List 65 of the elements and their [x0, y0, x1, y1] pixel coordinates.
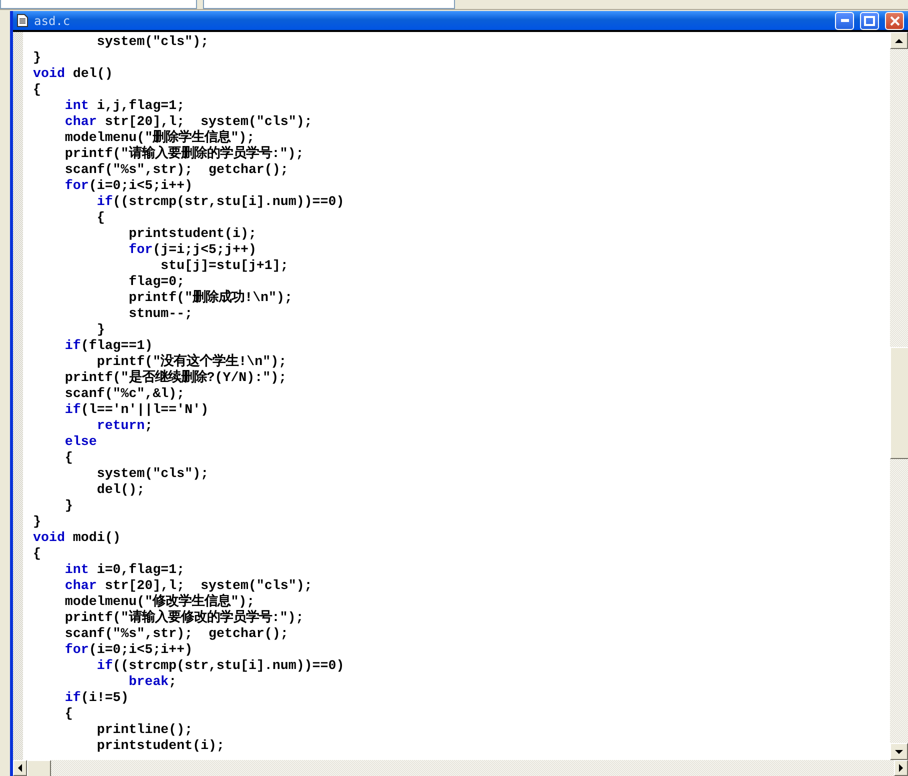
- code-line: {: [96, 210, 105, 226]
- scroll-left-button[interactable]: [13, 760, 27, 776]
- close-button[interactable]: [885, 12, 904, 30]
- code-line: break;: [128, 674, 177, 690]
- code-line: if(i!=5): [64, 690, 129, 706]
- code-line: system("cls");: [96, 34, 209, 50]
- code-line: printf("是否继续删除?(Y/N):");: [64, 370, 287, 386]
- code-line: if(flag==1): [64, 338, 153, 354]
- code-line: for(i=0;i<5;i++): [64, 178, 193, 194]
- scroll-thumb[interactable]: [890, 347, 908, 460]
- code-line: for(j=i;j<5;j++): [128, 242, 256, 258]
- maximize-icon: [864, 16, 875, 26]
- code-line: stu[j]=stu[j+1];: [160, 258, 288, 274]
- code-line: {: [33, 546, 41, 562]
- code-line: modelmenu("删除学生信息");: [64, 130, 255, 146]
- vertical-scrollbar[interactable]: [890, 32, 908, 760]
- code-line: printf("没有这个学生!\n");: [96, 354, 287, 370]
- code-line: stnum--;: [128, 306, 193, 322]
- code-line: printstudent(i);: [128, 226, 256, 242]
- scroll-thumb[interactable]: [27, 760, 51, 776]
- code-line: printf("删除成功!\n");: [128, 290, 292, 306]
- minimize-icon: [840, 19, 848, 22]
- code-line: printline();: [96, 722, 193, 738]
- code-line: printf("请输入要修改的学员学号:");: [64, 610, 304, 626]
- code-line: modelmenu("修改学生信息");: [64, 594, 255, 610]
- code-line: {: [64, 450, 73, 466]
- code-line: else: [64, 434, 97, 450]
- scroll-right-button[interactable]: [894, 760, 908, 776]
- code-line: printstudent(i);: [96, 738, 225, 754]
- down-arrow-icon: [895, 748, 903, 754]
- code-line: if((strcmp(str,stu[i].num))==0): [96, 194, 344, 210]
- document-icon: [17, 14, 28, 27]
- code-line: char str[20],l; system("cls");: [64, 578, 312, 594]
- code-line: scanf("%c",&l);: [64, 386, 185, 402]
- maximize-button[interactable]: [860, 12, 879, 30]
- code-line: }: [33, 514, 41, 530]
- code-line: printf("请输入要删除的学员学号:");: [64, 146, 304, 162]
- code-line: system("cls");: [96, 466, 209, 482]
- code-line: del();: [96, 482, 145, 498]
- minimize-button[interactable]: [835, 12, 854, 30]
- code-line: }: [64, 498, 73, 514]
- code-line: if((strcmp(str,stu[i].num))==0): [96, 658, 344, 674]
- code-line: int i,j,flag=1;: [64, 98, 185, 114]
- horizontal-scrollbar[interactable]: [13, 760, 908, 776]
- code-line: scanf("%s",str); getchar();: [64, 162, 288, 178]
- code-line: return;: [96, 418, 153, 434]
- code-line: }: [33, 50, 41, 66]
- left-arrow-icon: [17, 764, 23, 772]
- code-line: char str[20],l; system("cls");: [64, 114, 312, 130]
- code-line: {: [33, 82, 41, 98]
- close-icon: [890, 16, 900, 26]
- code-line: flag=0;: [128, 274, 185, 290]
- right-arrow-icon: [898, 764, 904, 772]
- code-line: }: [96, 322, 105, 338]
- code-line: for(i=0;i<5;i++): [64, 642, 193, 658]
- code-line: void modi(): [33, 530, 121, 546]
- code-line: if(l=='n'||l=='N'): [64, 402, 209, 418]
- scroll-down-button[interactable]: [890, 743, 908, 760]
- code-line: int i=0,flag=1;: [64, 562, 185, 578]
- code-line: {: [64, 706, 73, 722]
- window-title: asd.c: [34, 14, 72, 28]
- up-arrow-icon: [895, 38, 903, 44]
- scroll-up-button[interactable]: [890, 32, 908, 49]
- code-line: scanf("%s",str); getchar();: [64, 626, 288, 642]
- code-line: void del(): [33, 66, 113, 82]
